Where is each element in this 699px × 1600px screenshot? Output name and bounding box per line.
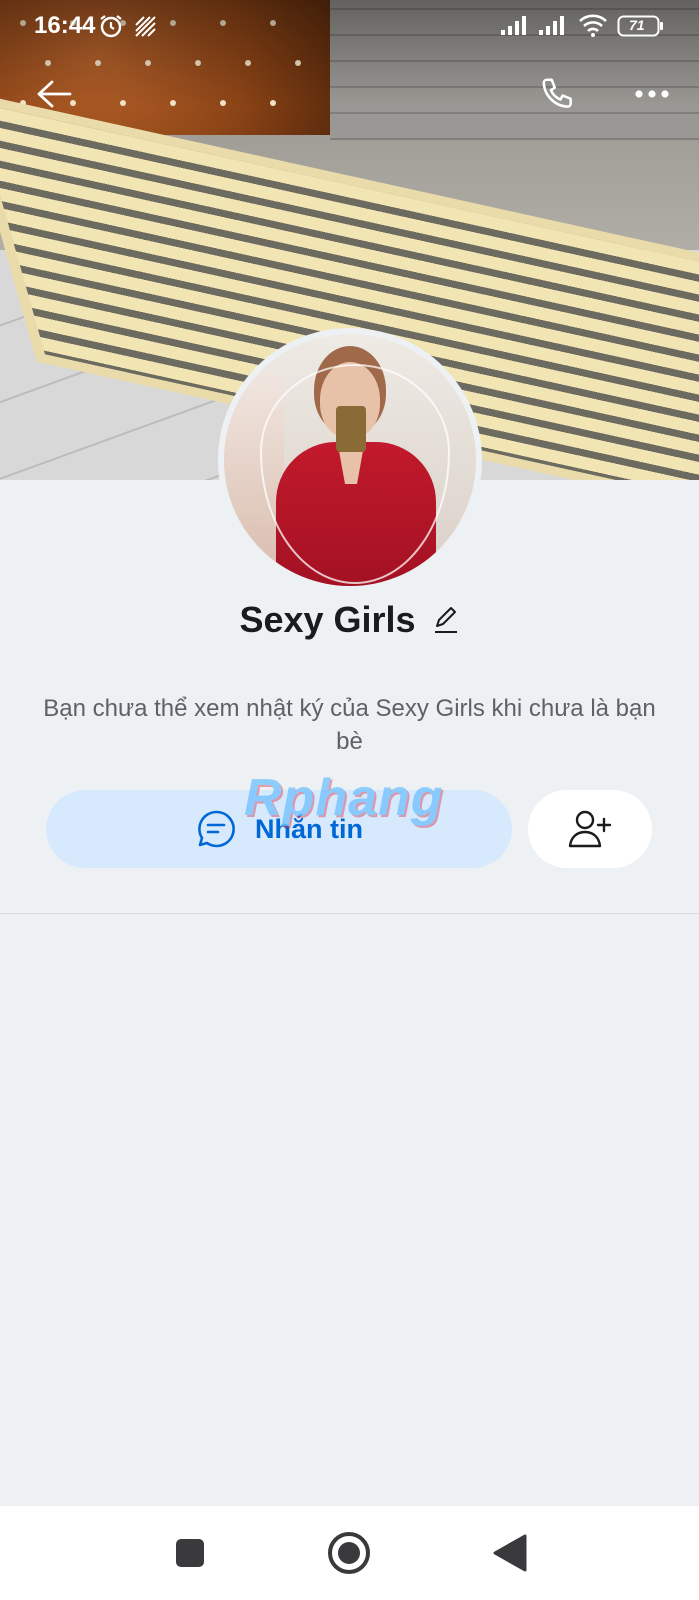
arrow-left-icon (37, 80, 72, 108)
profile-name-row: Sexy Girls (0, 596, 699, 644)
pencil-icon (434, 606, 457, 633)
add-friend-button[interactable] (528, 790, 652, 868)
nav-back-button[interactable] (487, 1530, 533, 1576)
square-icon (176, 1539, 204, 1567)
recents-button[interactable] (167, 1530, 213, 1576)
divider (0, 913, 699, 914)
add-user-icon (568, 810, 612, 848)
battery-level: 71 (629, 17, 645, 33)
home-button[interactable] (326, 1530, 372, 1576)
system-nav-bar (0, 1506, 699, 1600)
triangle-back-icon (493, 1534, 527, 1572)
signal-2-icon (538, 14, 568, 41)
status-time: 16:44 (34, 12, 96, 39)
alarm-icon (98, 13, 124, 44)
screen-record-icon (134, 15, 156, 42)
status-bar: 16:44 71 (0, 0, 699, 52)
back-button[interactable] (32, 72, 76, 116)
signal-1-icon (500, 14, 530, 41)
edit-name-button[interactable] (432, 605, 460, 640)
circle-icon (328, 1532, 370, 1574)
privacy-notice: Bạn chưa thể xem nhật ký của Sexy Girls … (43, 695, 656, 755)
chat-bubble-icon (198, 810, 235, 848)
more-horizontal-icon (635, 90, 669, 98)
wifi-icon (578, 13, 608, 42)
profile-name: Sexy Girls (239, 599, 416, 640)
avatar[interactable] (218, 328, 482, 592)
message-button[interactable]: Nhắn tin (46, 790, 512, 868)
more-button[interactable] (630, 72, 674, 116)
message-button-label: Nhắn tin (255, 813, 363, 844)
call-button[interactable] (536, 72, 580, 116)
phone-icon (542, 78, 572, 108)
battery-icon: 71 (617, 14, 665, 43)
